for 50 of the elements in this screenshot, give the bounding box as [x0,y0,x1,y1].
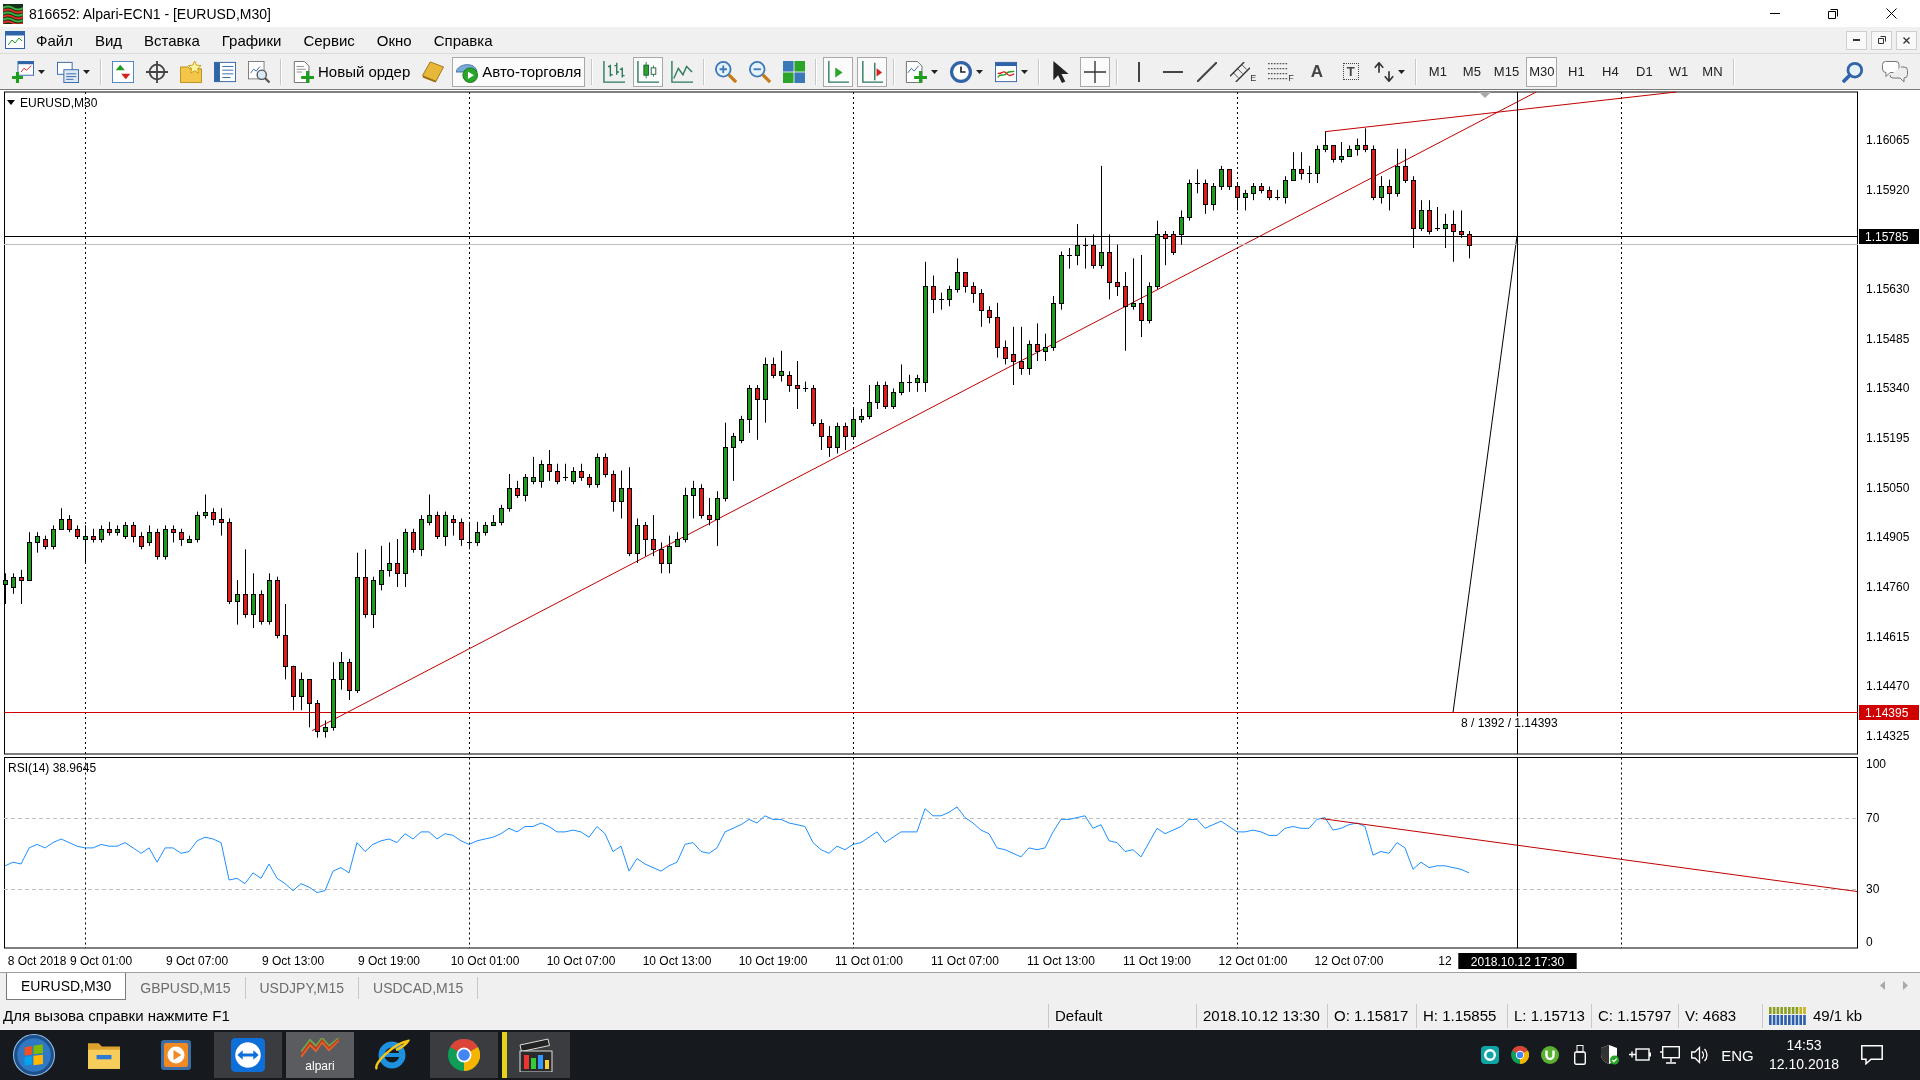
time-axis-label: 10 Oct 07:00 [546,954,616,968]
ref-line-label: 1.14395 [1865,706,1909,720]
axis-tick-label: 1.14615 [1866,629,1910,644]
axis-tick-label: 30 [1866,881,1880,896]
axis-tick-label: 1.15630 [1866,282,1910,297]
status-help-text: Для вызова справки нажмите F1 [3,1007,230,1024]
status-field: O: 1.15817 [1334,1007,1409,1024]
axis-tick-label: 0 [1866,935,1873,950]
axis-tick-label: 1.16065 [1866,133,1910,148]
time-axis-label: 12 [1438,954,1452,968]
chart-symbol-label: EURUSD,M30 [20,96,98,110]
axis-tick-label: 100 [1866,757,1887,772]
time-tag: 2018.10.12 17:30 [1458,953,1577,969]
time-axis-label: 9 Oct 07:00 [166,954,229,968]
status-field: 2018.10.12 13:30 [1203,1007,1320,1024]
axis-tick-label: 1.14760 [1866,579,1910,594]
time-axis-label: 12 Oct 07:00 [1314,954,1384,968]
status-field: V: 4683 [1685,1007,1737,1024]
price-tag: 1.15785 [1859,229,1919,244]
status-field: L: 1.15713 [1514,1007,1585,1024]
indicator-label: RSI(14) 38.9645 [8,761,97,775]
window-title: 816652: Alpari-ECN1 - [EURUSD,M30] [29,5,271,22]
time-axis-label: 9 Oct 01:00 [70,954,133,968]
time-axis-label: 12 Oct 01:00 [1218,954,1288,968]
status-field: C: 1.15797 [1598,1007,1672,1024]
price-tag: 1.14395 [1859,705,1919,720]
time-axis-label: 9 Oct 13:00 [262,954,325,968]
time-axis-label: 9 Oct 19:00 [358,954,421,968]
ref-line-label: 2018.10.12 17:30 [1470,954,1565,969]
time-axis-label: 10 Oct 13:00 [642,954,712,968]
axis-tick-label: 1.15195 [1866,431,1910,446]
time-axis-label: 11 Oct 13:00 [1027,954,1095,968]
time-axis-label: 10 Oct 01:00 [450,954,520,968]
status-field: H: 1.15855 [1423,1007,1497,1024]
axis-tick-label: 1.14470 [1866,679,1910,694]
time-axis-label: 10 Oct 19:00 [738,954,808,968]
time-axis-label: 8 Oct 2018 [7,954,67,968]
time-axis-label: 11 Oct 01:00 [835,954,903,968]
status-field: Default [1055,1007,1103,1024]
ref-line-label: 1.15785 [1865,230,1909,244]
axis-tick-label: 1.15485 [1866,331,1910,346]
axis-tick-label: 1.15920 [1866,182,1910,197]
axis-tick-label: 1.14325 [1866,728,1910,743]
axis-tick-label: 1.15340 [1866,381,1910,396]
axis-tick-label: 70 [1866,810,1880,825]
traffic-text: 49/1 kb [1813,1007,1863,1024]
time-axis-label: 11 Oct 07:00 [931,954,999,968]
time-axis-label: 11 Oct 19:00 [1123,954,1191,968]
axis-tick-label: 1.15050 [1866,480,1910,495]
axis-tick-label: 1.14905 [1866,530,1910,545]
